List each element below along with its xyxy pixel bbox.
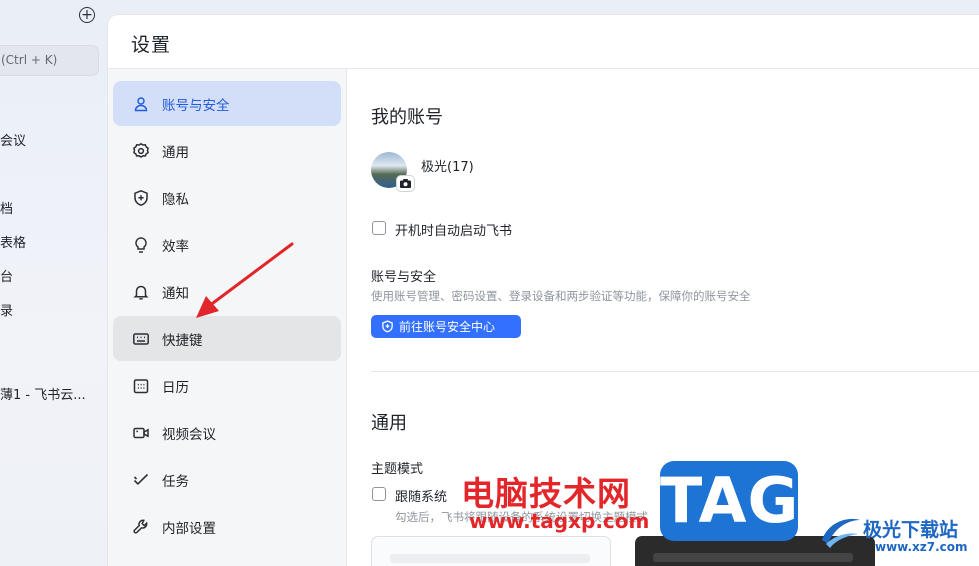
menu-item-efficiency[interactable]: 效率 bbox=[113, 222, 341, 267]
user-icon bbox=[132, 95, 150, 113]
section-heading-account: 我的账号 bbox=[371, 107, 443, 128]
security-description: 使用账号管理、密码设置、登录设备和两步验证等功能，保障你的账号安全 bbox=[371, 289, 751, 303]
app-sidebar: + (Ctrl + K) 会议 档 表格 台 录 薄1 - 飞书云... bbox=[0, 0, 108, 566]
menu-item-label: 效率 bbox=[162, 238, 189, 255]
bell-icon bbox=[132, 283, 150, 301]
security-title: 账号与安全 bbox=[371, 270, 437, 285]
menu-item-label: 日历 bbox=[162, 379, 189, 396]
autostart-label: 开机时自动启动飞书 bbox=[395, 224, 513, 239]
menu-item-notification[interactable]: 通知 bbox=[113, 269, 341, 314]
menu-item-tasks[interactable]: 任务 bbox=[113, 457, 341, 502]
page-title: 设置 bbox=[131, 34, 172, 56]
watermark-text: 电脑技术网 bbox=[461, 474, 631, 513]
add-icon[interactable]: + bbox=[79, 7, 95, 23]
sidebar-item-docs[interactable]: 档 bbox=[0, 198, 13, 217]
settings-menu: 账号与安全 通用 隐私 效率 通知 快捷键 日历 视频会议 任务 内部设置 bbox=[108, 69, 347, 566]
watermark-logo-text: 极光下载站 bbox=[863, 519, 959, 541]
lightbulb-icon bbox=[132, 236, 150, 254]
section-divider bbox=[371, 371, 979, 372]
menu-item-video-meeting[interactable]: 视频会议 bbox=[113, 410, 341, 455]
theme-card-dark-preview bbox=[653, 553, 853, 562]
menu-item-label: 内部设置 bbox=[162, 520, 216, 537]
username: 极光(17) bbox=[421, 160, 474, 175]
search-input[interactable]: (Ctrl + K) bbox=[0, 45, 99, 76]
menu-item-label: 视频会议 bbox=[162, 426, 216, 443]
sidebar-item-records[interactable]: 录 bbox=[0, 300, 13, 319]
shield-plus-icon bbox=[132, 189, 150, 207]
video-camera-icon bbox=[132, 424, 150, 442]
watermark-swoosh-icon bbox=[822, 518, 860, 548]
menu-item-internal-settings[interactable]: 内部设置 bbox=[113, 504, 341, 549]
menu-item-general[interactable]: 通用 bbox=[113, 128, 341, 173]
theme-mode-title: 主题模式 bbox=[371, 462, 424, 477]
watermark-tag-logo: TAG bbox=[660, 461, 798, 541]
menu-item-label: 账号与安全 bbox=[162, 97, 230, 114]
menu-item-label: 快捷键 bbox=[162, 332, 203, 349]
follow-system-checkbox[interactable] bbox=[372, 487, 386, 501]
menu-item-label: 通知 bbox=[162, 285, 189, 302]
theme-card-light-preview bbox=[390, 554, 590, 563]
menu-item-label: 任务 bbox=[162, 473, 189, 490]
theme-card-light[interactable] bbox=[371, 536, 611, 566]
menu-item-calendar[interactable]: 日历 bbox=[113, 363, 341, 408]
security-center-button-label: 前往账号安全中心 bbox=[399, 320, 496, 334]
menu-item-label: 通用 bbox=[162, 144, 189, 161]
menu-item-account-security[interactable]: 账号与安全 bbox=[113, 81, 341, 126]
menu-item-privacy[interactable]: 隐私 bbox=[113, 175, 341, 220]
section-heading-general: 通用 bbox=[371, 413, 407, 434]
keyboard-icon bbox=[132, 330, 150, 348]
menu-item-shortcuts[interactable]: 快捷键 bbox=[113, 316, 341, 361]
wrench-icon bbox=[132, 518, 150, 536]
sidebar-item-meeting[interactable]: 会议 bbox=[0, 130, 26, 149]
shield-plus-icon bbox=[382, 320, 393, 333]
sidebar-item-recent-doc[interactable]: 薄1 - 飞书云... bbox=[0, 384, 86, 403]
sidebar-item-sheets[interactable]: 表格 bbox=[0, 232, 26, 251]
security-center-button[interactable]: 前往账号安全中心 bbox=[371, 315, 521, 338]
menu-item-label: 隐私 bbox=[162, 191, 189, 208]
watermark-url: www.tagxp.com bbox=[469, 509, 650, 533]
watermark-logo-url: www.xz7.com bbox=[875, 540, 968, 554]
follow-system-label: 跟随系统 bbox=[395, 490, 448, 505]
sidebar-item-workbench[interactable]: 台 bbox=[0, 266, 13, 285]
calendar-icon bbox=[132, 377, 150, 395]
autostart-checkbox[interactable] bbox=[372, 221, 386, 235]
camera-icon[interactable] bbox=[397, 176, 414, 191]
task-check-icon bbox=[132, 471, 150, 489]
gear-icon bbox=[132, 142, 150, 160]
